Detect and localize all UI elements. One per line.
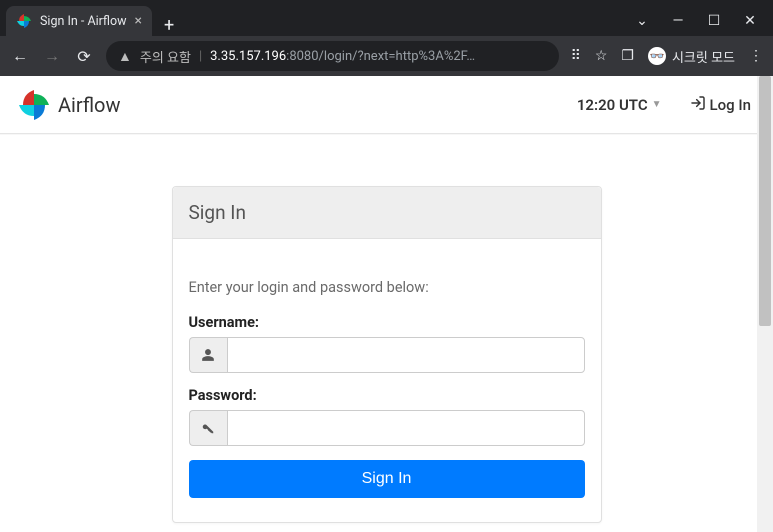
browser-chrome: Sign In - Airflow × + ⌄ ― ☐ ✕ ← → ⟳ ▲ 주의…	[0, 0, 773, 76]
back-button[interactable]: ←	[10, 46, 30, 66]
username-group	[189, 337, 585, 373]
browser-toolbar: ← → ⟳ ▲ 주의 요함 | 3.35.157.196:8080/login/…	[0, 36, 773, 76]
card-title: Sign In	[173, 187, 601, 239]
forward-button[interactable]: →	[42, 46, 62, 66]
bookmark-icon[interactable]: ☆	[595, 48, 608, 64]
clock[interactable]: 12:20 UTC ▼	[577, 96, 662, 114]
password-input[interactable]	[227, 410, 585, 446]
address-bar[interactable]: ▲ 주의 요함 | 3.35.157.196:8080/login/?next=…	[106, 41, 559, 71]
scrollbar-track[interactable]	[757, 76, 773, 532]
translate-icon[interactable]: ⠿	[571, 48, 581, 64]
incognito-label: 시크릿 모드	[672, 47, 735, 66]
minimize-icon[interactable]: ―	[669, 13, 687, 29]
signin-hint: Enter your login and password below:	[189, 279, 585, 296]
incognito-badge: 👓 시크릿 모드	[648, 47, 735, 66]
close-icon[interactable]: ×	[135, 13, 142, 29]
user-icon	[189, 337, 227, 373]
browser-titlebar: Sign In - Airflow × + ⌄ ― ☐ ✕	[0, 0, 773, 36]
url-host: 3.35.157.196	[210, 49, 286, 64]
extensions-icon[interactable]: ❐	[621, 48, 634, 64]
incognito-icon: 👓	[648, 47, 666, 65]
brand[interactable]: Airflow	[18, 89, 120, 121]
url-text: 3.35.157.196:8080/login/?next=http%3A%2F…	[210, 49, 475, 64]
security-label: 주의 요함	[140, 47, 191, 66]
tab-title: Sign In - Airflow	[40, 14, 127, 29]
caret-down-icon: ▼	[652, 99, 662, 110]
reload-button[interactable]: ⟳	[74, 47, 94, 66]
close-window-icon[interactable]: ✕	[741, 13, 759, 29]
login-link-text: Log In	[710, 96, 751, 114]
pinwheel-icon	[18, 89, 50, 121]
window-controls: ⌄ ― ☐ ✕	[633, 6, 767, 36]
kebab-menu-icon[interactable]: ⋮	[749, 48, 763, 64]
signin-button[interactable]: Sign In	[189, 460, 585, 498]
username-input[interactable]	[227, 337, 585, 373]
page: Airflow 12:20 UTC ▼ Log In Sign In Enter…	[0, 76, 773, 532]
card-body: Enter your login and password below: Use…	[173, 239, 601, 522]
toolbar-right: ⠿ ☆ ❐ 👓 시크릿 모드 ⋮	[571, 47, 763, 66]
new-tab-button[interactable]: +	[152, 15, 186, 36]
browser-tab[interactable]: Sign In - Airflow ×	[6, 6, 152, 36]
pinwheel-icon	[16, 13, 32, 29]
login-icon	[690, 95, 706, 115]
app-header: Airflow 12:20 UTC ▼ Log In	[0, 76, 773, 134]
brand-text: Airflow	[58, 93, 120, 117]
warning-icon: ▲	[118, 48, 132, 65]
url-path: :8080/login/?next=http%3A%2F…	[286, 49, 475, 64]
content: Sign In Enter your login and password be…	[0, 134, 773, 523]
login-link[interactable]: Log In	[690, 95, 751, 115]
password-label: Password:	[189, 387, 585, 404]
chevron-down-icon[interactable]: ⌄	[633, 13, 651, 29]
signin-card: Sign In Enter your login and password be…	[172, 186, 602, 523]
key-icon	[189, 410, 227, 446]
maximize-icon[interactable]: ☐	[705, 13, 723, 29]
username-label: Username:	[189, 314, 585, 331]
password-group	[189, 410, 585, 446]
separator: |	[199, 49, 202, 64]
scrollbar-thumb[interactable]	[759, 76, 771, 326]
clock-text: 12:20 UTC	[577, 96, 648, 114]
